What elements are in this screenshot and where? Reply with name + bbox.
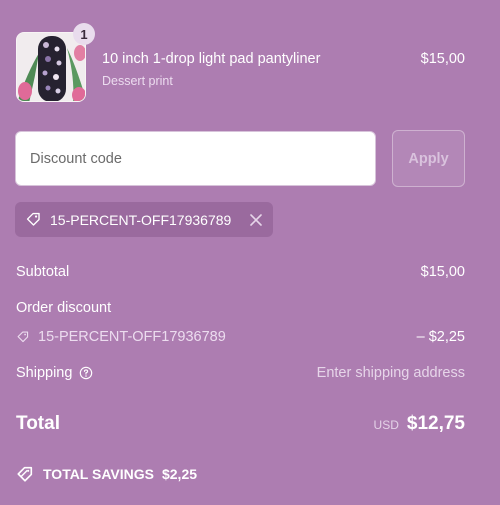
- close-icon[interactable]: [249, 213, 263, 227]
- subtotal-value: $15,00: [420, 264, 465, 280]
- applied-discount-code: 15-PERCENT-OFF17936789: [50, 211, 232, 228]
- order-discount-label: Order discount: [16, 300, 112, 316]
- subtotal-label: Subtotal: [16, 264, 70, 280]
- total-savings-row: TOTAL SAVINGS $2,25: [16, 465, 197, 483]
- order-discount-code: 15-PERCENT-OFF17936789: [38, 329, 226, 345]
- total-value-row: USD $12,75: [374, 413, 465, 435]
- total-label: Total: [16, 413, 60, 434]
- total-savings-value: $2,25: [161, 466, 198, 482]
- product-name: 10 inch 1-drop light pad pantyliner: [102, 51, 321, 67]
- shipping-value: Enter shipping address: [316, 365, 465, 381]
- order-discount-code-row: 15-PERCENT-OFF17936789: [16, 329, 226, 345]
- question-circle-icon[interactable]: [79, 366, 93, 380]
- order-summary: 1 10 inch 1-drop light pad pantyliner De…: [0, 0, 500, 505]
- total-amount: $12,75: [406, 413, 465, 434]
- shipping-label: Shipping: [16, 365, 73, 381]
- total-savings-label: TOTAL SAVINGS: [43, 466, 154, 482]
- tag-icon: [17, 466, 33, 482]
- total-currency: USD: [373, 418, 399, 432]
- product-image: [16, 32, 86, 102]
- product-variant: Dessert print: [102, 74, 173, 88]
- tag-icon: [26, 212, 40, 226]
- applied-discount-chip: 15-PERCENT-OFF17936789: [15, 202, 273, 237]
- discount-code-input[interactable]: [15, 131, 376, 186]
- order-discount-value: – $2,25: [416, 329, 465, 345]
- product-price: $15,00: [420, 51, 465, 67]
- product-thumbnail-wrapper: 1: [16, 23, 95, 102]
- tag-icon: [17, 331, 29, 343]
- quantity-badge: 1: [73, 23, 95, 45]
- shipping-label-row: Shipping: [16, 365, 93, 381]
- apply-discount-button[interactable]: Apply: [392, 130, 465, 187]
